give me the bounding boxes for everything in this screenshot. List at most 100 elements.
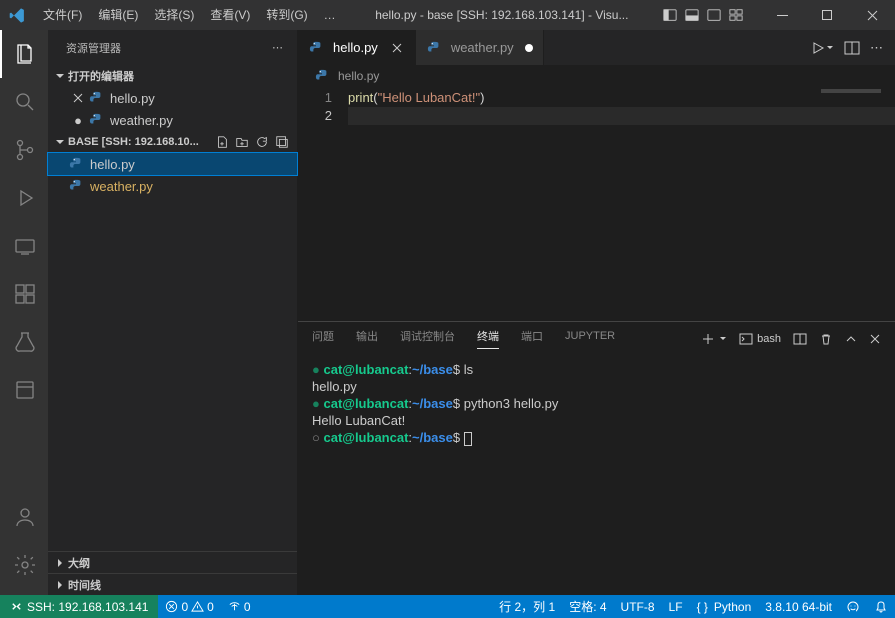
- more-actions-icon[interactable]: ⋯: [870, 40, 883, 56]
- editor-tab[interactable]: hello.py: [298, 30, 416, 65]
- editor-tabs: hello.py weather.py ⋯: [298, 30, 895, 65]
- split-terminal-icon[interactable]: [793, 332, 807, 346]
- menu-bar: 文件(F) 编辑(E) 选择(S) 查看(V) 转到(G) …: [35, 0, 344, 30]
- menu-more[interactable]: …: [316, 0, 344, 30]
- python-file-icon: [314, 68, 330, 84]
- split-editor-icon[interactable]: [844, 40, 860, 56]
- editor-group: hello.py weather.py ⋯ hello.py 1 2: [298, 30, 895, 595]
- activity-explorer[interactable]: [0, 30, 48, 78]
- new-terminal-icon[interactable]: [701, 332, 727, 346]
- layout-custom-icon[interactable]: [726, 5, 746, 25]
- line-gutter: 1 2: [298, 87, 348, 321]
- file-tree-item[interactable]: weather.py: [48, 175, 297, 197]
- close-panel-icon[interactable]: [869, 333, 881, 345]
- title-bar: 文件(F) 编辑(E) 选择(S) 查看(V) 转到(G) … hello.py…: [0, 0, 895, 30]
- panel-tab-problems[interactable]: 问题: [312, 328, 334, 349]
- file-name: hello.py: [90, 157, 135, 172]
- modified-dot-icon: [525, 44, 533, 52]
- python-file-icon: [68, 156, 84, 172]
- activity-settings[interactable]: [0, 541, 48, 589]
- vscode-logo-icon: [0, 7, 35, 24]
- file-name: weather.py: [110, 113, 173, 128]
- activity-debug[interactable]: [0, 174, 48, 222]
- terminal-profile[interactable]: bash: [739, 332, 781, 346]
- python-file-icon: [426, 40, 442, 56]
- new-folder-icon[interactable]: [233, 133, 251, 151]
- panel-tabs: 问题 输出 调试控制台 终端 端口 JUPYTER bash: [298, 322, 895, 355]
- open-editor-item[interactable]: hello.py: [48, 87, 297, 109]
- status-encoding[interactable]: UTF-8: [614, 595, 662, 618]
- activity-extensions[interactable]: [0, 270, 48, 318]
- chevron-right-icon: [52, 555, 68, 571]
- panel-tab-debug[interactable]: 调试控制台: [400, 328, 455, 349]
- file-tree-item[interactable]: hello.py: [48, 153, 297, 175]
- layout-left-icon[interactable]: [660, 5, 680, 25]
- file-name: weather.py: [90, 179, 153, 194]
- activity-search[interactable]: [0, 78, 48, 126]
- close-icon[interactable]: [70, 91, 86, 106]
- layout-bottom-icon[interactable]: [682, 5, 702, 25]
- status-problems[interactable]: 0 0: [158, 595, 220, 618]
- explorer-title: 资源管理器: [66, 40, 121, 56]
- breadcrumb[interactable]: hello.py: [298, 65, 895, 87]
- minimize-button[interactable]: [760, 0, 805, 30]
- panel-tab-jupyter[interactable]: JUPYTER: [565, 330, 615, 347]
- bottom-panel: 问题 输出 调试控制台 终端 端口 JUPYTER bash ● cat@lub…: [298, 321, 895, 595]
- panel-tab-ports[interactable]: 端口: [521, 328, 543, 349]
- explorer-sidebar: 资源管理器 ⋯ 打开的编辑器 hello.py ● weather.py BAS…: [48, 30, 298, 595]
- status-bell-icon[interactable]: [867, 595, 895, 618]
- open-editors-header[interactable]: 打开的编辑器: [48, 65, 297, 87]
- menu-edit[interactable]: 编辑(E): [90, 0, 146, 30]
- menu-file[interactable]: 文件(F): [35, 0, 90, 30]
- minimap[interactable]: [821, 89, 881, 93]
- terminal[interactable]: ● cat@lubancat:~/base$ lshello.py● cat@l…: [298, 355, 895, 595]
- maximize-button[interactable]: [805, 0, 850, 30]
- code-editor[interactable]: 1 2 print("Hello LubanCat!"): [298, 87, 895, 321]
- activity-item[interactable]: [0, 366, 48, 414]
- status-radio[interactable]: 0: [221, 595, 258, 618]
- activity-bar: [0, 30, 48, 595]
- new-file-icon[interactable]: [213, 133, 231, 151]
- panel-tab-output[interactable]: 输出: [356, 328, 378, 349]
- chevron-right-icon: [52, 577, 68, 593]
- editor-tab[interactable]: weather.py: [416, 30, 544, 65]
- outline-header[interactable]: 大纲: [48, 551, 297, 573]
- menu-select[interactable]: 选择(S): [146, 0, 202, 30]
- activity-remote[interactable]: [0, 222, 48, 270]
- status-cursor[interactable]: 行 2，列 1: [492, 595, 562, 618]
- menu-view[interactable]: 查看(V): [202, 0, 258, 30]
- python-file-icon: [88, 90, 104, 106]
- maximize-panel-icon[interactable]: [845, 333, 857, 345]
- status-language[interactable]: { }Python: [690, 595, 759, 618]
- explorer-more-icon[interactable]: ⋯: [268, 41, 287, 54]
- run-icon[interactable]: [810, 40, 834, 56]
- workspace-header[interactable]: BASE [SSH: 192.168.10...: [48, 131, 297, 153]
- python-file-icon: [88, 112, 104, 128]
- activity-testing[interactable]: [0, 318, 48, 366]
- refresh-icon[interactable]: [253, 133, 271, 151]
- panel-tab-terminal[interactable]: 终端: [477, 328, 499, 349]
- menu-goto[interactable]: 转到(G): [258, 0, 315, 30]
- status-feedback-icon[interactable]: [839, 595, 867, 618]
- status-indent[interactable]: 空格: 4: [562, 595, 613, 618]
- activity-account[interactable]: [0, 493, 48, 541]
- python-file-icon: [68, 178, 84, 194]
- window-title: hello.py - base [SSH: 192.168.103.141] -…: [344, 8, 660, 22]
- activity-scm[interactable]: [0, 126, 48, 174]
- timeline-header[interactable]: 时间线: [48, 573, 297, 595]
- status-eol[interactable]: LF: [662, 595, 690, 618]
- open-editor-item[interactable]: ● weather.py: [48, 109, 297, 131]
- status-python[interactable]: 3.8.10 64-bit: [758, 595, 839, 618]
- collapse-icon[interactable]: [273, 133, 291, 151]
- layout-right-icon[interactable]: [704, 5, 724, 25]
- status-bar: SSH: 192.168.103.141 0 0 0 行 2，列 1 空格: 4…: [0, 595, 895, 618]
- close-tab-icon[interactable]: [389, 40, 405, 56]
- kill-terminal-icon[interactable]: [819, 332, 833, 346]
- modified-dot-icon: ●: [70, 113, 86, 128]
- close-button[interactable]: [850, 0, 895, 30]
- code-content[interactable]: print("Hello LubanCat!"): [348, 87, 895, 321]
- chevron-down-icon: [52, 68, 68, 84]
- status-remote[interactable]: SSH: 192.168.103.141: [0, 595, 158, 618]
- tab-label: hello.py: [333, 40, 378, 55]
- tab-label: weather.py: [451, 40, 514, 55]
